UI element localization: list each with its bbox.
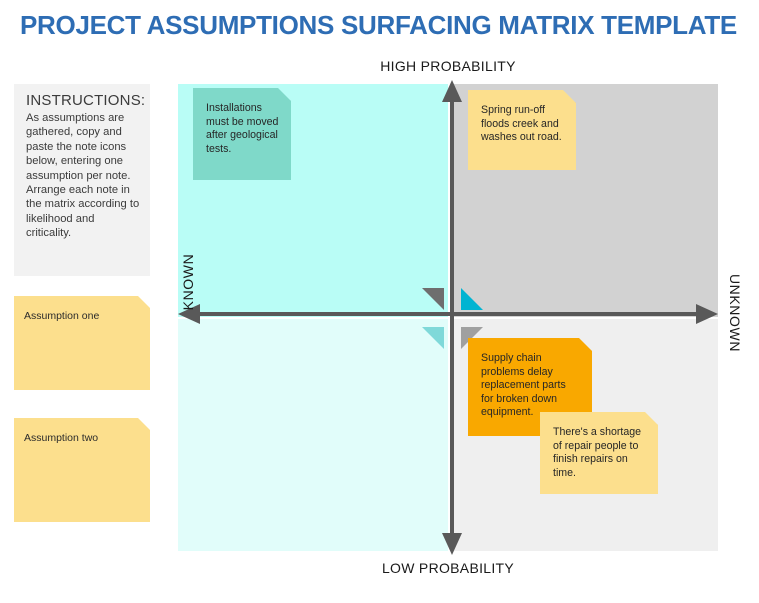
matrix-sticky-note-text: There's a shortage of repair people to f… [553,426,641,479]
instructions-heading: INSTRUCTIONS: [26,92,146,109]
axis-label-unknown: UNKNOWN [727,273,743,353]
matrix-sticky-note-text: Installations must be moved after geolog… [206,102,279,155]
note-fold-icon [138,418,150,430]
quadrant-known-low-probability[interactable] [178,319,448,551]
page-title: PROJECT ASSUMPTIONS SURFACING MATRIX TEM… [20,10,737,40]
matrix-sticky-note-text: Spring run-off floods creek and washes o… [481,104,562,143]
palette-sticky-note-text: Assumption two [24,432,99,444]
matrix-sticky-note-text: Supply chain problems delay replacement … [481,352,566,418]
note-fold-icon [138,296,150,308]
matrix-sticky-note-spring-runoff[interactable]: Spring run-off floods creek and washes o… [468,90,576,170]
instructions-body: As assumptions are gathered, copy and pa… [26,112,140,240]
axis-label-known: KNOWN [180,253,196,311]
palette-sticky-note-text: Assumption one [24,310,100,322]
axis-label-high-probability: HIGH PROBABILITY [380,58,516,74]
palette-sticky-note[interactable]: Assumption one [14,296,150,390]
matrix-sticky-note-installations[interactable]: Installations must be moved after geolog… [193,88,291,180]
palette-sticky-note[interactable]: Assumption two [14,418,150,522]
instructions-panel: INSTRUCTIONS: As assumptions are gathere… [14,84,150,276]
axis-label-low-probability: LOW PROBABILITY [381,560,515,576]
matrix-sticky-note-repair-people[interactable]: There's a shortage of repair people to f… [540,412,658,494]
vertical-axis-arrow-icon [442,80,462,555]
